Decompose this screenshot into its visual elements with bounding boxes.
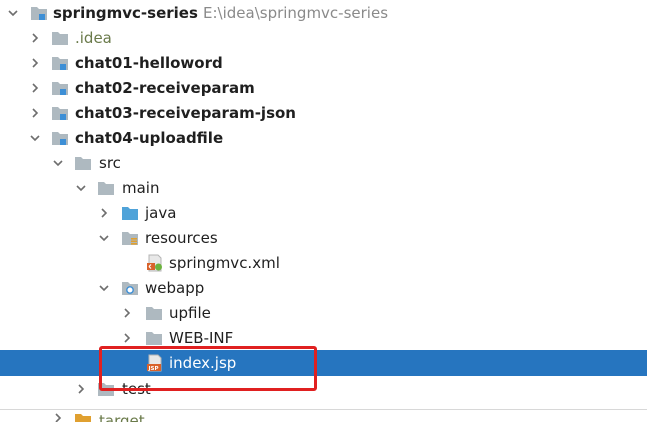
chevron-right-icon[interactable] [74, 382, 88, 396]
module-folder-icon [51, 54, 69, 72]
tree-item-project-root[interactable]: springmvc-series E:\idea\springmvc-serie… [0, 0, 647, 25]
chevron-right-icon[interactable] [120, 331, 134, 345]
project-name: springmvc-series [53, 3, 198, 22]
tree-item-label: java [145, 203, 177, 222]
tree-item-test[interactable]: test [0, 376, 647, 401]
tree-item-target[interactable]: target [0, 410, 647, 422]
chevron-right-icon[interactable] [28, 106, 42, 120]
tree-item-idea[interactable]: .idea [0, 25, 647, 50]
folder-icon [74, 154, 92, 172]
folder-icon [97, 179, 115, 197]
tree-item-chat04[interactable]: chat04-uploadfile [0, 125, 647, 150]
folder-icon [97, 380, 115, 398]
folder-icon [74, 411, 92, 422]
tree-item-label: .idea [75, 28, 112, 47]
tree-item-chat03[interactable]: chat03-receiveparam-json [0, 100, 647, 125]
chevron-down-icon[interactable] [28, 131, 42, 145]
folder-icon [51, 29, 69, 47]
tree-item-label: WEB-INF [169, 328, 234, 347]
tree-item-label: main [122, 178, 160, 197]
chevron-right-icon[interactable] [28, 81, 42, 95]
tree-item-label: springmvc.xml [169, 253, 280, 272]
tree-item-webapp[interactable]: webapp [0, 275, 647, 300]
svg-text:JSP: JSP [148, 366, 159, 372]
tree-item-upfile[interactable]: upfile [0, 300, 647, 325]
tree-item-label: chat02-receiveparam [75, 78, 255, 97]
module-folder-icon [30, 4, 48, 22]
tree-item-label: chat04-uploadfile [75, 128, 224, 147]
tree-item-label: chat03-receiveparam-json [75, 103, 296, 122]
chevron-right-icon[interactable] [51, 411, 65, 422]
tree-item-label: test [122, 379, 151, 398]
tree-item-label: upfile [169, 303, 211, 322]
tree-item-chat02[interactable]: chat02-receiveparam [0, 75, 647, 100]
web-root-icon [121, 279, 139, 297]
chevron-right-icon[interactable] [28, 31, 42, 45]
tree-item-index-jsp[interactable]: JSP index.jsp [0, 350, 647, 376]
divider [0, 409, 647, 410]
folder-icon [145, 329, 163, 347]
tree-item-java[interactable]: java [0, 200, 647, 225]
tree-item-springmvc-xml[interactable]: springmvc.xml [0, 250, 647, 275]
tree-item-label: target [99, 412, 145, 422]
folder-icon [145, 304, 163, 322]
xml-file-icon [146, 254, 164, 272]
chevron-down-icon[interactable] [97, 281, 111, 295]
chevron-down-icon[interactable] [97, 231, 111, 245]
tree-item-resources[interactable]: resources [0, 225, 647, 250]
project-tree: springmvc-series E:\idea\springmvc-serie… [0, 0, 647, 422]
tree-item-web-inf[interactable]: WEB-INF [0, 325, 647, 350]
tree-item-main[interactable]: main [0, 175, 647, 200]
chevron-down-icon[interactable] [51, 156, 65, 170]
tree-item-label: index.jsp [169, 354, 237, 372]
resources-root-icon [121, 229, 139, 247]
module-folder-icon [51, 104, 69, 122]
chevron-right-icon[interactable] [28, 56, 42, 70]
jsp-file-icon: JSP [146, 354, 164, 372]
module-folder-icon [51, 129, 69, 147]
tree-item-src[interactable]: src [0, 150, 647, 175]
tree-item-chat01[interactable]: chat01-helloword [0, 50, 647, 75]
tree-item-label: chat01-helloword [75, 53, 223, 72]
chevron-down-icon[interactable] [6, 6, 20, 20]
chevron-right-icon[interactable] [120, 306, 134, 320]
module-folder-icon [51, 79, 69, 97]
tree-item-label: resources [145, 228, 218, 247]
tree-item-label: src [99, 153, 121, 172]
project-path: E:\idea\springmvc-series [203, 3, 389, 22]
source-root-icon [121, 204, 139, 222]
tree-item-label: webapp [145, 278, 205, 297]
chevron-right-icon[interactable] [97, 206, 111, 220]
chevron-down-icon[interactable] [74, 181, 88, 195]
